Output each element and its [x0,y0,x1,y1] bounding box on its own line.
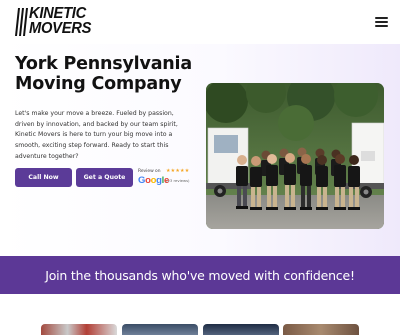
google-review-badge[interactable]: Review on ★★★★★ Google (23 reviews) [138,168,193,188]
hero-title: York Pennsylvania Moving Company [15,54,200,94]
logo-wordmark: KINETIC MOVERS [29,5,92,37]
logo-stripes-icon [15,8,28,36]
gallery-thumbnail[interactable] [41,324,117,335]
hero-title-line-1: York Pennsylvania [15,54,192,74]
star-rating-icon: ★★★★★ [166,168,190,174]
google-logo: Google [138,175,169,186]
gallery-strip [0,294,400,335]
site-header: KINETIC MOVERS [0,0,400,44]
team-photo-illustration [206,83,384,229]
hamburger-menu-icon[interactable] [375,17,388,27]
kinetic-movers-logo[interactable]: KINETIC MOVERS [15,6,100,39]
team-photo [206,83,384,229]
hero-title-line-2: Moving Company [15,74,182,94]
call-now-button[interactable]: Call Now [15,168,72,187]
hero-description: Let's make your move a breeze. Fueled by… [15,110,178,160]
review-count: (23 reviews) [166,178,190,183]
logo-line-1: KINETIC [29,5,86,22]
gallery-thumbnail[interactable] [283,324,359,335]
confidence-banner-text: Join the thousands who've moved with con… [45,267,355,283]
get-a-quote-button[interactable]: Get a Quote [76,168,133,187]
logo-line-2: MOVERS [29,20,92,37]
review-label: Review on [138,169,161,174]
confidence-banner: Join the thousands who've moved with con… [0,256,400,294]
gallery-thumbnail[interactable] [203,324,279,335]
gallery-thumbnail[interactable] [122,324,198,335]
